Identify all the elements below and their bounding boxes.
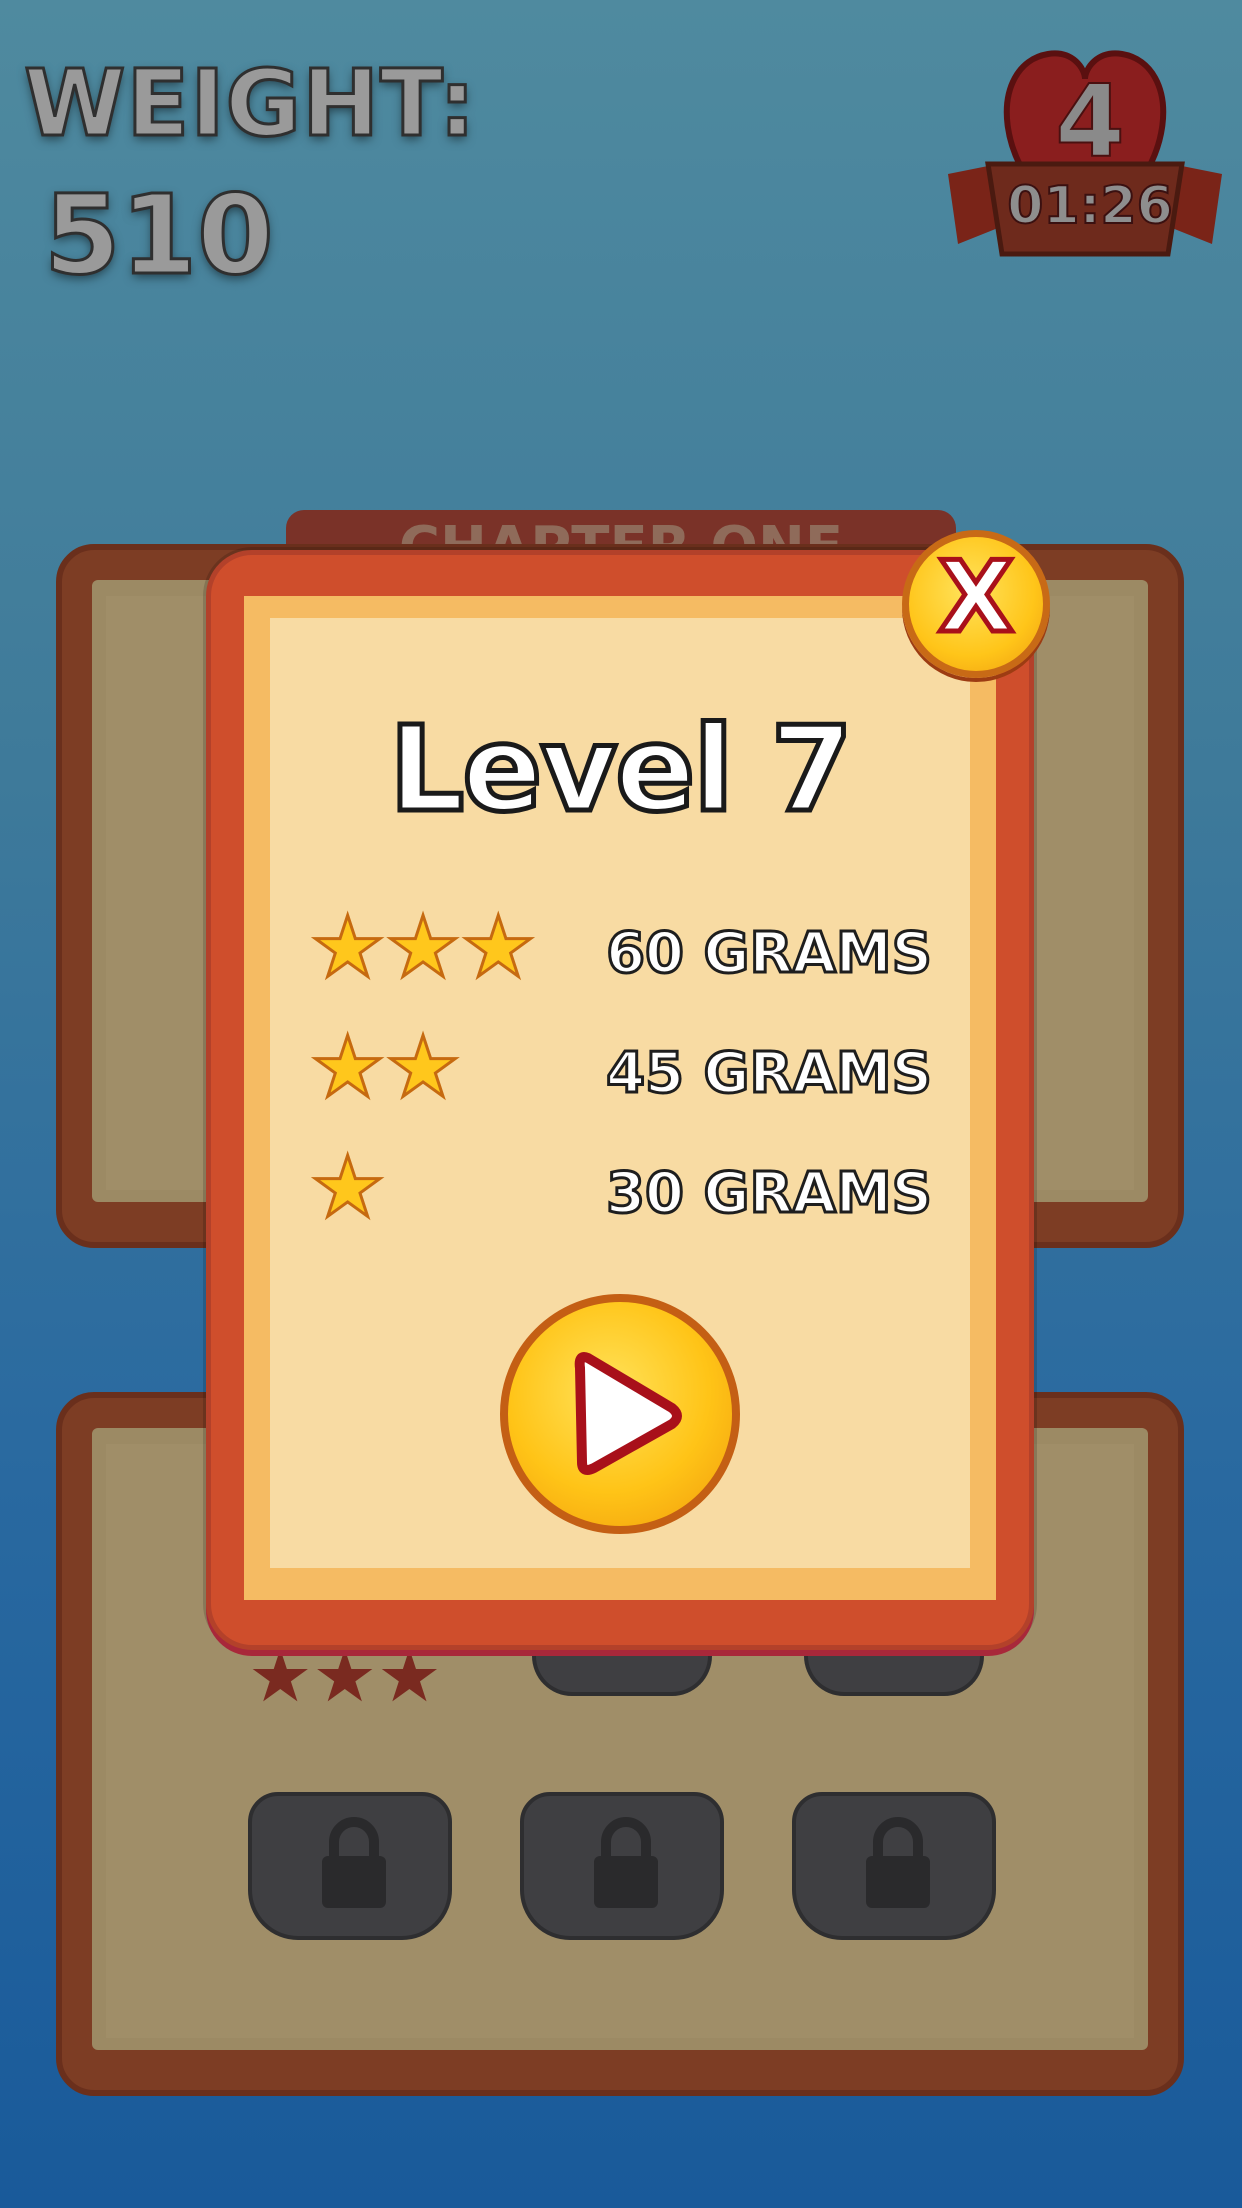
requirement-label-2-stars: 45 GRAMS [605,1041,934,1106]
star-icon: ★ [308,898,386,996]
weight-label: WEIGHT: [23,50,478,157]
lock-icon [866,1817,930,1908]
star-icon: ★ [308,1138,386,1236]
level-title: Level 7 [387,700,856,838]
locked-level-button[interactable] [248,1792,452,1940]
requirement-label-3-stars: 60 GRAMS [605,921,934,986]
weight-value: 510 [43,171,276,299]
lock-icon [594,1817,658,1908]
dim-stars-icon: ★★★ [248,1634,442,1718]
star-icon: ★ [384,898,462,996]
lives-timer: 01:26 [1006,176,1174,236]
star-rating-2: ★★ [308,1024,462,1111]
star-icon: ★ [308,1018,386,1116]
star-icon: ★ [384,1018,462,1116]
requirement-label-1-star: 30 GRAMS [605,1161,934,1226]
star-rating-3: ★★★ [308,904,537,991]
close-icon: X [936,539,1017,658]
star-rating-1: ★ [308,1144,386,1231]
locked-level-button[interactable] [520,1792,724,1940]
play-icon [574,1352,682,1475]
locked-level-button[interactable] [792,1792,996,1940]
lives-count: 4 [1054,63,1126,180]
lock-icon [322,1817,386,1908]
